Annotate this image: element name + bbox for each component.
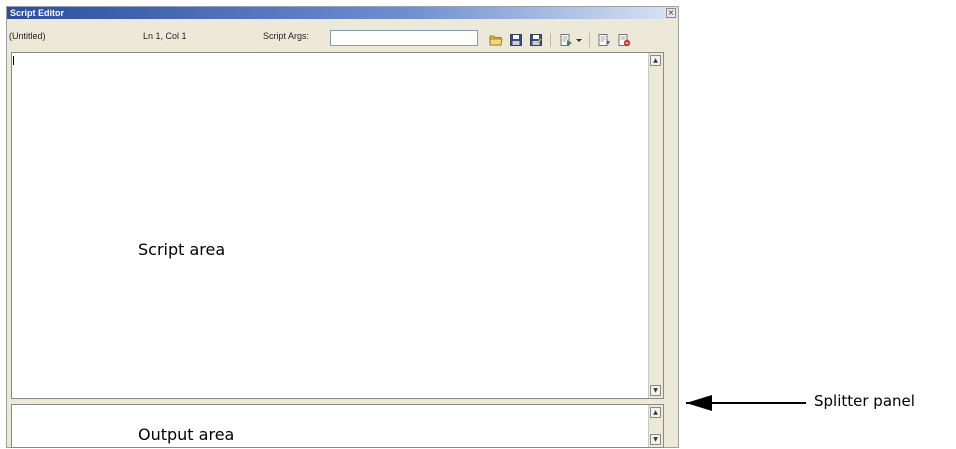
splitter-callout-label: Splitter panel [814,392,915,410]
scroll-down-button[interactable]: ▼ [650,434,661,445]
callout-line [686,402,806,404]
script-args-label: Script Args: [263,31,310,41]
stop-icon[interactable] [617,33,631,47]
run-step-icon[interactable] [597,33,611,47]
script-area-label: Script area [138,240,226,259]
output-area-label: Output area [138,425,235,444]
toolbar-separator [550,33,551,47]
save-as-icon[interactable] [529,33,543,47]
toolbar-separator [589,33,590,47]
text-caret [13,56,14,65]
filename-label: (Untitled) [9,31,46,41]
script-scrollbar[interactable]: ▲ ▼ [648,53,663,398]
save-icon[interactable] [509,33,523,47]
script-args-input[interactable] [330,30,478,46]
script-editor-window: Script Editor × (Untitled) Ln 1, Col 1 S… [6,6,679,448]
output-scrollbar[interactable]: ▲ ▼ [648,405,663,447]
output-area[interactable]: Output area ▲ ▼ [11,404,664,448]
dropdown-arrow-icon[interactable] [575,33,583,47]
run-script-icon[interactable] [559,33,573,47]
open-folder-icon[interactable] [489,33,503,47]
script-area[interactable]: Script area ▲ ▼ [11,52,664,399]
scroll-up-button[interactable]: ▲ [650,407,661,418]
title-bar[interactable]: Script Editor × [7,7,678,19]
window-title: Script Editor [10,8,65,18]
scroll-down-button[interactable]: ▼ [650,385,661,396]
scroll-up-button[interactable]: ▲ [650,55,661,66]
cursor-position: Ln 1, Col 1 [143,31,187,41]
close-button[interactable]: × [666,8,676,18]
